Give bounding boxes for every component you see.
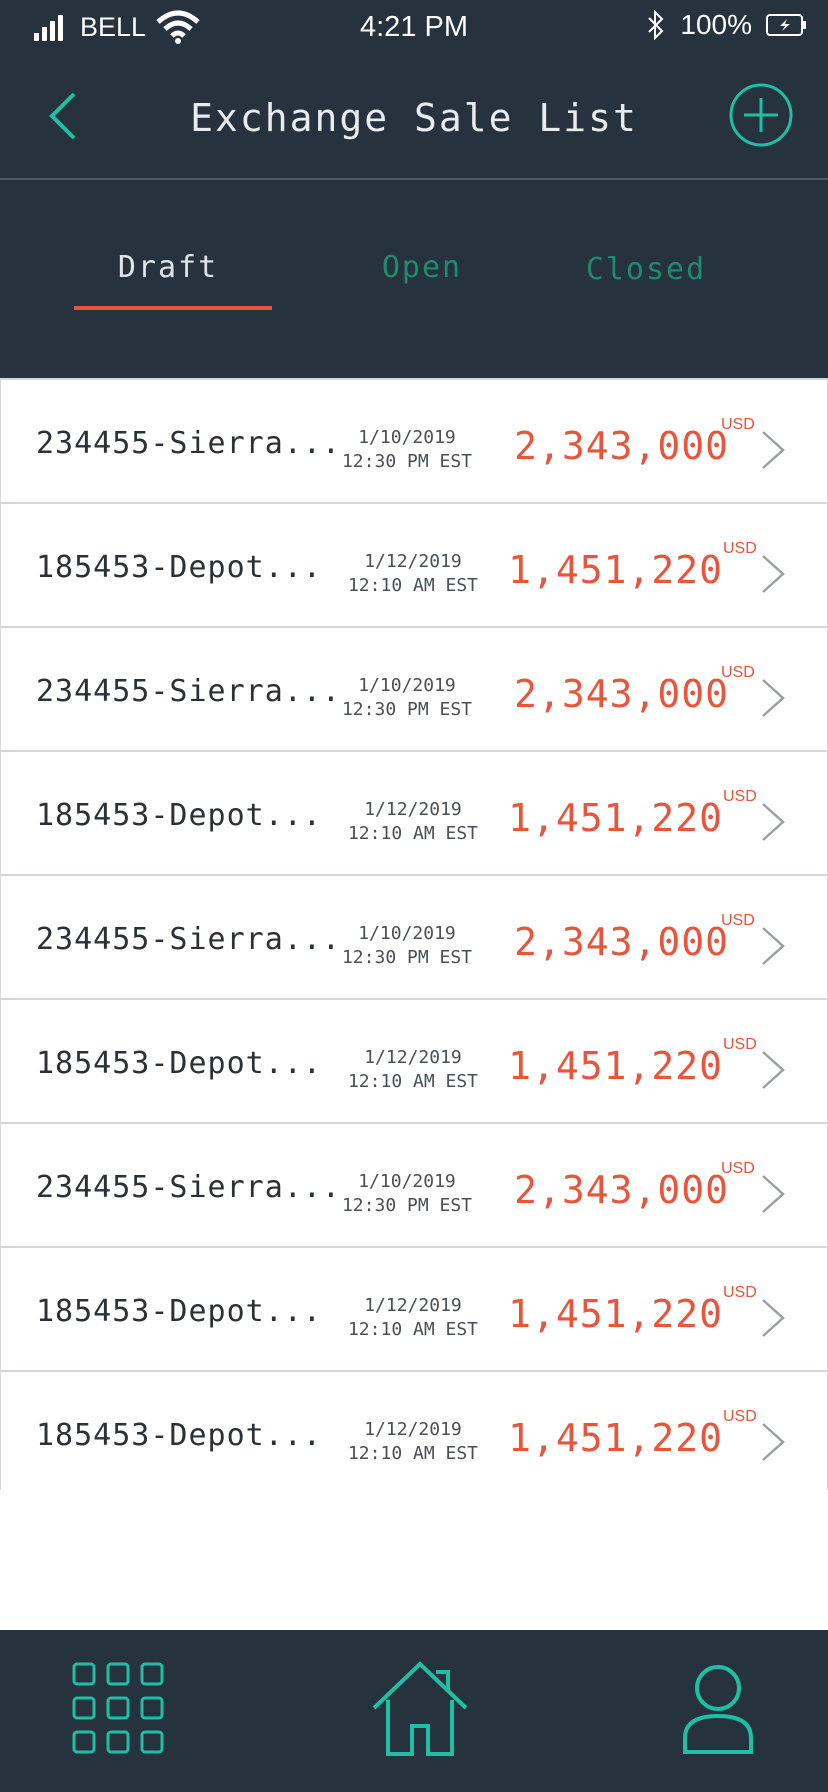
item-time: 12:10 AM EST [347, 823, 479, 844]
item-currency: USD [721, 664, 755, 681]
status-right: 100% [646, 9, 808, 41]
status-tabs: Draft Open Closed [0, 180, 828, 378]
item-time: 12:30 PM EST [341, 451, 473, 472]
grid-icon[interactable] [72, 1662, 164, 1754]
battery-icon [766, 14, 806, 36]
item-amount: 2,343,000 [514, 672, 729, 716]
item-datetime: 1/12/2019 12:10 AM EST [343, 550, 483, 598]
item-datetime: 1/10/2019 12:30 PM EST [337, 674, 477, 722]
list-item[interactable]: 185453-Depot... 1/12/2019 12:10 AM EST 1,45… [0, 1370, 828, 1490]
item-name: 185453-Depot... [36, 1046, 322, 1081]
item-time: 12:10 AM EST [347, 1443, 479, 1464]
user-icon[interactable] [682, 1664, 754, 1754]
item-date: 1/10/2019 [358, 1171, 456, 1192]
home-icon[interactable] [370, 1660, 470, 1758]
item-time: 12:30 PM EST [341, 947, 473, 968]
item-amount: 1,451,220 [508, 1292, 723, 1336]
chevron-right-icon [762, 803, 785, 841]
item-datetime: 1/12/2019 12:10 AM EST [343, 1046, 483, 1094]
nav-bar: Exchange Sale List [0, 52, 828, 180]
item-currency: USD [721, 912, 755, 929]
list-item[interactable]: 234455-Sierra... 1/10/2019 12:30 PM EST 2,3… [0, 378, 828, 502]
item-currency: USD [723, 1408, 757, 1425]
item-datetime: 1/12/2019 12:10 AM EST [343, 1418, 483, 1466]
list-item[interactable]: 234455-Sierra... 1/10/2019 12:30 PM EST 2,3… [0, 874, 828, 998]
status-bar: BELL 4:21 PM 100% [0, 0, 828, 52]
item-datetime: 1/10/2019 12:30 PM EST [337, 426, 477, 474]
item-name: 185453-Depot... [36, 798, 322, 833]
tab-draft[interactable]: Draft [68, 250, 268, 285]
item-currency: USD [723, 1036, 757, 1053]
chevron-right-icon [762, 555, 785, 593]
item-amount: 2,343,000 [514, 1168, 729, 1212]
item-currency: USD [723, 1284, 757, 1301]
item-date: 1/10/2019 [358, 675, 456, 696]
item-currency: USD [723, 540, 757, 557]
sale-list: 234455-Sierra... 1/10/2019 12:30 PM EST 2,3… [0, 378, 828, 1490]
item-name: 234455-Sierra... [36, 922, 341, 957]
chevron-right-icon [762, 927, 785, 965]
item-name: 234455-Sierra... [36, 1170, 341, 1205]
item-date: 1/12/2019 [364, 1419, 462, 1440]
item-name: 185453-Depot... [36, 550, 322, 585]
item-time: 12:10 AM EST [347, 1319, 479, 1340]
plus-circle-icon[interactable] [728, 82, 794, 148]
list-item[interactable]: 185453-Depot... 1/12/2019 12:10 AM EST 1,45… [0, 750, 828, 874]
item-datetime: 1/10/2019 12:30 PM EST [337, 1170, 477, 1218]
list-item[interactable]: 185453-Depot... 1/12/2019 12:10 AM EST 1,45… [0, 502, 828, 626]
item-amount: 1,451,220 [508, 1416, 723, 1460]
item-time: 12:10 AM EST [347, 575, 479, 596]
item-amount: 2,343,000 [514, 424, 729, 468]
bluetooth-icon [648, 10, 664, 40]
item-datetime: 1/12/2019 12:10 AM EST [343, 798, 483, 846]
item-time: 12:10 AM EST [347, 1071, 479, 1092]
chevron-right-icon [762, 1423, 785, 1461]
item-name: 185453-Depot... [36, 1294, 322, 1329]
list-item[interactable]: 234455-Sierra... 1/10/2019 12:30 PM EST 2,3… [0, 1122, 828, 1246]
page-title: Exchange Sale List [190, 96, 638, 140]
chevron-right-icon [762, 1299, 785, 1337]
item-date: 1/12/2019 [364, 551, 462, 572]
item-time: 12:30 PM EST [341, 699, 473, 720]
chevron-right-icon [762, 1175, 785, 1213]
item-currency: USD [721, 416, 755, 433]
item-datetime: 1/10/2019 12:30 PM EST [337, 922, 477, 970]
list-item[interactable]: 185453-Depot... 1/12/2019 12:10 AM EST 1,45… [0, 998, 828, 1122]
item-name: 234455-Sierra... [36, 426, 341, 461]
tab-closed[interactable]: Closed [546, 252, 746, 287]
list-item[interactable]: 185453-Depot... 1/12/2019 12:10 AM EST 1,45… [0, 1246, 828, 1370]
chevron-right-icon [762, 679, 785, 717]
tab-open[interactable]: Open [322, 250, 522, 285]
item-time: 12:30 PM EST [341, 1195, 473, 1216]
item-date: 1/12/2019 [364, 1047, 462, 1068]
chevron-right-icon [762, 1051, 785, 1089]
item-name: 185453-Depot... [36, 1418, 322, 1453]
item-currency: USD [721, 1160, 755, 1177]
item-date: 1/12/2019 [364, 799, 462, 820]
list-item[interactable]: 234455-Sierra... 1/10/2019 12:30 PM EST 2,3… [0, 626, 828, 750]
bottom-tab-bar [0, 1630, 828, 1792]
item-date: 1/10/2019 [358, 923, 456, 944]
item-datetime: 1/12/2019 12:10 AM EST [343, 1294, 483, 1342]
chevron-right-icon [762, 431, 785, 469]
item-name: 234455-Sierra... [36, 674, 341, 709]
battery-percent: 100% [680, 9, 752, 40]
active-tab-indicator [74, 306, 272, 310]
item-amount: 1,451,220 [508, 796, 723, 840]
item-amount: 2,343,000 [514, 920, 729, 964]
item-date: 1/12/2019 [364, 1295, 462, 1316]
item-currency: USD [723, 788, 757, 805]
item-amount: 1,451,220 [508, 1044, 723, 1088]
item-date: 1/10/2019 [358, 427, 456, 448]
item-amount: 1,451,220 [508, 548, 723, 592]
